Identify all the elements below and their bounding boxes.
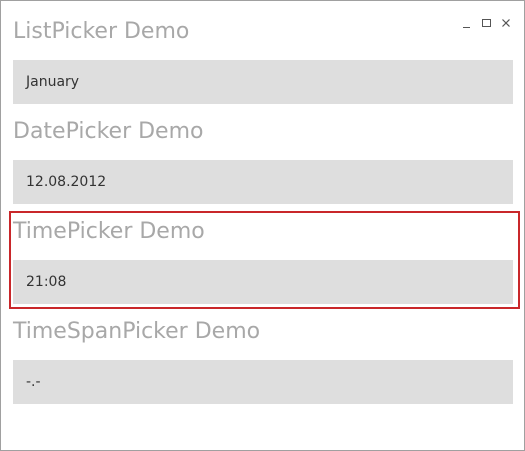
- timespanpicker-field[interactable]: -.-: [13, 360, 513, 404]
- datepicker-title: DatePicker Demo: [13, 119, 204, 144]
- timespanpicker-title: TimeSpanPicker Demo: [13, 319, 261, 344]
- listpicker-section: ListPicker Demo January: [13, 16, 513, 104]
- selection-highlight: [9, 211, 520, 309]
- datepicker-field[interactable]: 12.08.2012: [13, 160, 513, 204]
- app-window: ListPicker Demo January DatePicker Demo …: [0, 0, 525, 451]
- timespanpicker-section: TimeSpanPicker Demo -.-: [13, 316, 513, 404]
- listpicker-title: ListPicker Demo: [13, 19, 190, 44]
- listpicker-field[interactable]: January: [13, 60, 513, 104]
- datepicker-section: DatePicker Demo 12.08.2012: [13, 116, 513, 204]
